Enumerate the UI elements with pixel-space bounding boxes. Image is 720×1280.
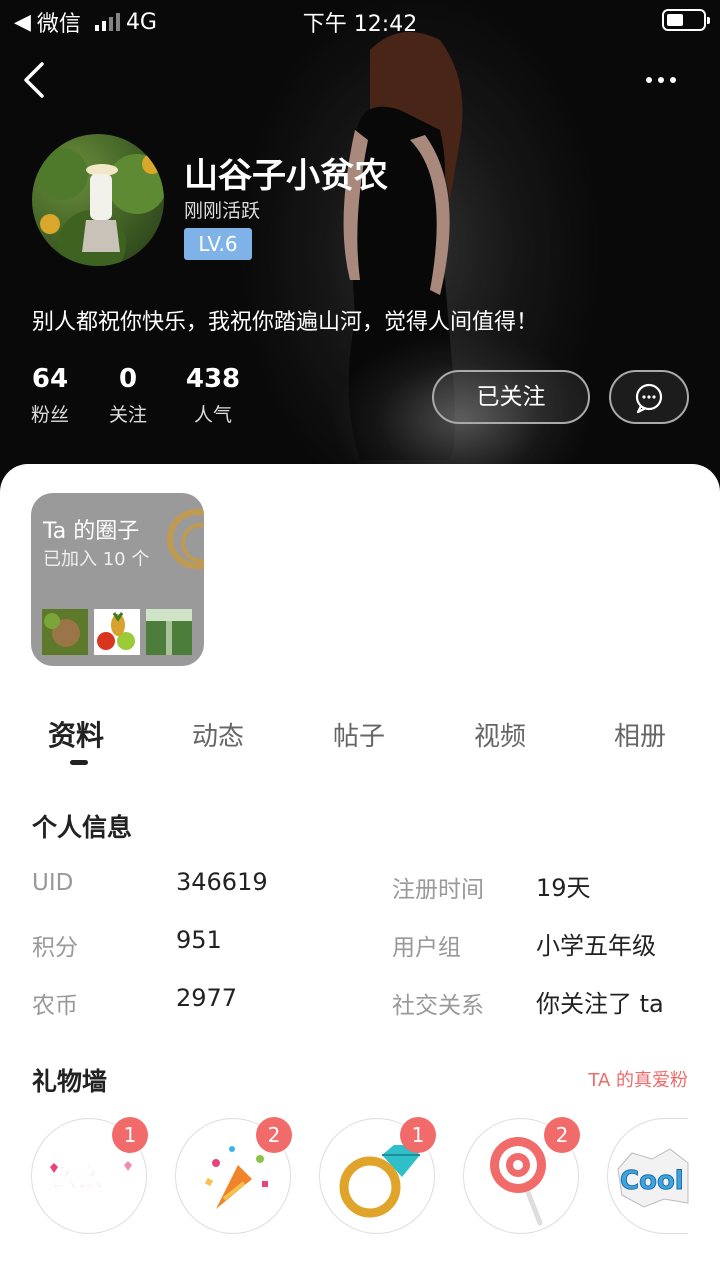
circle-card-subtitle: 已加入 10 个 (43, 549, 150, 570)
true-fans-link[interactable]: TA 的真爱粉 (588, 1066, 688, 1092)
activity-status: 刚刚活跃 (184, 200, 261, 222)
back-button[interactable] (18, 58, 58, 102)
user-bio: 别人都祝你快乐，我祝你踏遍山河，觉得人间值得！ (32, 310, 539, 335)
svg-text:么么哒: 么么哒 (51, 1164, 129, 1194)
gift-count-badge: 1 (400, 1117, 436, 1153)
info-value-uid: 346619 (176, 868, 268, 896)
avatar-image (36, 148, 164, 266)
active-tab-indicator (70, 760, 88, 765)
gift-count-badge: 1 (112, 1117, 148, 1153)
info-value-coins: 2977 (176, 984, 238, 1012)
info-value-registered: 19天 (536, 874, 591, 902)
chevron-left-icon (24, 62, 44, 98)
circle-logo-icon (167, 509, 204, 569)
gift-count-badge: 2 (256, 1117, 292, 1153)
followed-button[interactable]: 已关注 (432, 370, 590, 424)
svg-text:Cool: Cool (620, 1166, 684, 1196)
info-label-relation: 社交关系 (392, 993, 484, 1019)
gift-item[interactable]: Cool (607, 1118, 689, 1234)
level-badge: LV.6 (184, 228, 252, 260)
profile-tabs: 资料 动态 帖子 视频 相册 (0, 708, 720, 768)
gift-item[interactable]: 2 (463, 1117, 580, 1234)
info-value-points: 951 (176, 926, 222, 954)
tab-activity[interactable]: 动态 (192, 716, 244, 753)
circle-thumb-orchard (146, 609, 192, 655)
tab-videos[interactable]: 视频 (474, 716, 526, 753)
info-label-user-group: 用户组 (392, 935, 461, 961)
tab-profile[interactable]: 资料 (48, 714, 104, 754)
chat-bubble-icon (635, 383, 663, 414)
cool-text-icon: Cool (617, 1148, 689, 1208)
circle-card-title: Ta 的圈子 (43, 519, 140, 544)
battery-icon (662, 9, 710, 31)
profile-header: ◀ 微信 4G 下午 12:42 山谷子小贫农 刚刚活跃 LV.6 别人都祝你快… (0, 0, 720, 500)
status-bar: ◀ 微信 4G 下午 12:42 (0, 0, 720, 40)
tab-album[interactable]: 相册 (614, 716, 666, 753)
info-label-registered: 注册时间 (392, 877, 484, 903)
stat-popularity[interactable]: 438 人气 (184, 364, 242, 427)
tab-posts[interactable]: 帖子 (333, 716, 385, 753)
info-label-coins: 农币 (32, 993, 78, 1019)
gift-count-badge: 2 (544, 1117, 580, 1153)
info-value-user-group: 小学五年级 (536, 932, 656, 960)
clock: 下午 12:42 (302, 12, 418, 37)
gift-wall-title: 礼物墙 (32, 1067, 108, 1096)
gift-item[interactable]: 2 (175, 1117, 292, 1234)
message-button[interactable] (609, 370, 689, 424)
more-dots-icon (646, 77, 652, 83)
gift-item[interactable]: 么么哒 1 (31, 1117, 148, 1234)
user-name: 山谷子小贫农 (184, 156, 388, 196)
info-label-uid: UID (32, 870, 74, 896)
stat-fans[interactable]: 64 粉丝 (30, 364, 70, 427)
gift-item[interactable]: 1 (319, 1117, 436, 1234)
circle-card[interactable]: Ta 的圈子 已加入 10 个 (31, 493, 204, 666)
info-label-points: 积分 (32, 935, 78, 961)
circle-thumb-fruits (94, 609, 140, 655)
avatar[interactable] (32, 134, 164, 266)
personal-info-title: 个人信息 (32, 813, 133, 842)
stat-following[interactable]: 0 关注 (107, 364, 149, 427)
info-value-relation: 你关注了 ta (536, 990, 664, 1018)
more-button[interactable] (646, 68, 682, 92)
circle-thumb-walnut (42, 609, 88, 655)
